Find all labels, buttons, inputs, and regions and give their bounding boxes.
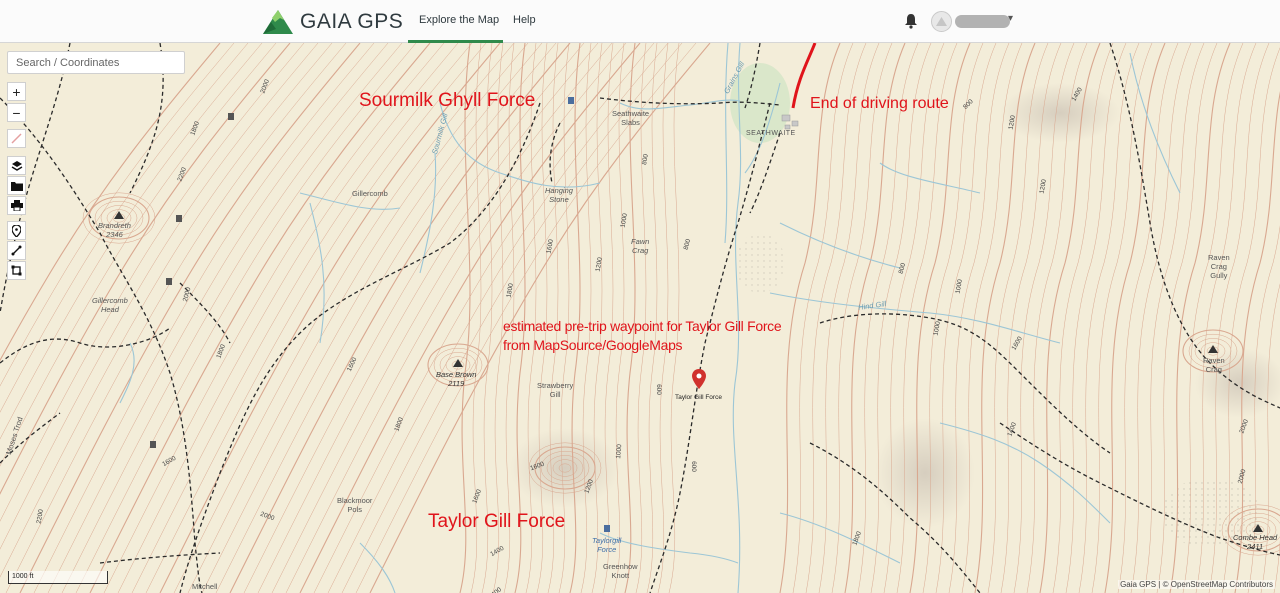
label-seathwaite-slabs: Seathwaite Slabs (612, 109, 649, 127)
topographic-map[interactable]: Brandreth 2346 Gillercomb Head Base Brown 2… (0, 43, 1280, 593)
label-brandreth: Brandreth 2346 (98, 221, 131, 239)
map-pin-icon (12, 224, 21, 237)
annotation-sourmilk-ghyll-force: Sourmilk Ghyll Force (359, 90, 536, 111)
contour-label: 600 (689, 461, 697, 472)
label-taylorgill-force: Taylorgill Force (592, 536, 621, 554)
label-combe-head: Combe Head 2411 (1233, 533, 1277, 551)
waypoint-label[interactable]: Taylor Gill Force (675, 394, 722, 401)
contour-label: 600 (654, 384, 662, 395)
user-avatar[interactable] (931, 11, 952, 32)
label-strawberry-gill: Strawberry Gill (537, 381, 573, 399)
label-rcg-2: Crag (1210, 262, 1227, 271)
label-raven-crag: Raven Crag (1203, 356, 1225, 374)
label-brandreth-name: Brandreth (98, 221, 131, 230)
label-rcg-3: Gully (1210, 271, 1228, 280)
annotation-estimated-line2: from MapSource/GoogleMaps (503, 337, 683, 353)
annotation-taylor-gill-force: Taylor Gill Force (428, 511, 566, 532)
label-gillercomb-head: Gillercomb Head (92, 296, 128, 314)
search-input[interactable] (7, 51, 185, 74)
label-combe-elev: 2411 (1247, 542, 1264, 551)
gaia-gps-logo[interactable]: GAIA GPS (262, 8, 403, 36)
waypoint-pin-icon[interactable] (692, 369, 706, 389)
label-greenhow-2: Knott (611, 571, 630, 580)
nav-help[interactable]: Help (513, 14, 536, 26)
annotation-estimated-waypoint: estimated pre-trip waypoint for Taylor G… (503, 317, 782, 355)
label-gillercomb: Gillercomb (352, 189, 388, 198)
label-rcg-1: Raven (1208, 253, 1230, 262)
nav-explore-the-map[interactable]: Explore the Map (419, 14, 499, 26)
label-greenhow-1: Greenhow (603, 562, 638, 571)
label-rc-2: Crag (1205, 365, 1222, 374)
label-taylorgill-1: Taylorgill (592, 536, 622, 545)
notification-bell-icon[interactable] (904, 13, 918, 29)
draw-line-icon (11, 245, 22, 256)
label-seathwaite: SEATHWAITE (746, 130, 796, 137)
label-blackmoor-1: Blackmoor (337, 496, 373, 505)
label-brandreth-elev: 2346 (106, 230, 123, 239)
label-base-brown-name: Base Brown (436, 370, 477, 379)
print-icon (10, 200, 23, 211)
logo-text: GAIA GPS (300, 10, 404, 33)
zoom-in-button[interactable]: + (7, 82, 26, 101)
annotation-estimated-line1: estimated pre-trip waypoint for Taylor G… (503, 318, 782, 334)
measure-button[interactable] (7, 129, 26, 148)
label-raven-crag-gully: Raven Crag Gully (1208, 253, 1230, 280)
avatar-mountain-icon (936, 17, 947, 26)
label-hanging-2: Stone (549, 195, 569, 204)
draw-line-button[interactable] (7, 241, 26, 260)
label-blackmoor-2: Pols (347, 505, 363, 514)
label-base-brown: Base Brown 2119 (436, 370, 476, 388)
label-base-brown-elev: 2119 (448, 379, 465, 388)
label-gillercomb-head-1: Gillercomb (92, 296, 128, 305)
layers-icon (11, 160, 22, 171)
layers-button[interactable] (7, 156, 26, 175)
contour-label: 1000 (615, 443, 624, 460)
scale-bar: 1000 ft (8, 571, 108, 584)
draw-area-button[interactable] (7, 261, 26, 280)
label-fawn-1: Fawn (631, 237, 650, 246)
label-strawberry-1: Strawberry (537, 381, 574, 390)
label-taylorgill-2: Force (597, 545, 617, 554)
label-slabs-2: Slabs (621, 118, 640, 127)
label-combe-name: Combe Head (1233, 533, 1278, 542)
add-waypoint-button[interactable] (7, 221, 26, 240)
annotation-end-of-driving-route: End of driving route (810, 95, 949, 112)
username-redacted[interactable] (955, 15, 1010, 28)
print-button[interactable] (7, 196, 26, 215)
label-hanging-stone: Hanging Stone (545, 186, 573, 204)
label-fawn-2: Crag (632, 246, 649, 255)
label-rc-1: Raven (1203, 356, 1225, 365)
label-slabs-1: Seathwaite (612, 109, 650, 118)
draw-area-icon (11, 265, 22, 276)
map-attribution: Gaia GPS | © OpenStreetMap Contributors (1118, 580, 1275, 589)
label-blackmoor-pols: Blackmoor Pols (337, 496, 372, 514)
label-greenhow-knott: Greenhow Knott (603, 562, 638, 580)
label-fawn-crag: Fawn Crag (631, 237, 649, 255)
label-gillercomb-head-2: Head (100, 305, 119, 314)
label-mitchell: Mitchell (192, 582, 218, 591)
ruler-icon (11, 133, 22, 144)
gaia-mountain-logo-icon (263, 10, 293, 34)
folder-icon (10, 181, 23, 191)
label-strawberry-2: Gill (549, 390, 561, 399)
zoom-out-button[interactable]: − (7, 103, 26, 122)
top-navigation-bar: GAIA GPS Explore the Map Help ▾ (0, 0, 1280, 43)
label-hanging-1: Hanging (545, 186, 573, 195)
scale-label: 1000 ft (12, 573, 34, 580)
chevron-down-icon[interactable]: ▾ (1008, 13, 1013, 24)
saved-items-button[interactable] (7, 176, 26, 195)
